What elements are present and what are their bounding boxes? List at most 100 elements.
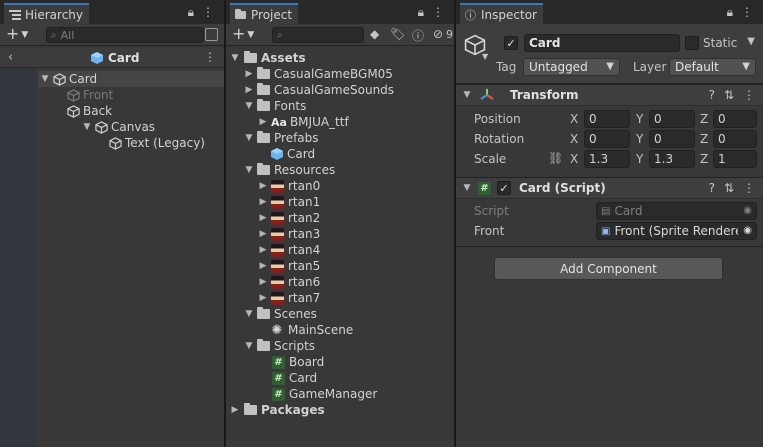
tree-script-card[interactable]: # Card — [272, 370, 317, 386]
tree-scenes[interactable]: ▼ Scenes — [244, 306, 317, 322]
position-z-field[interactable]: 0 — [713, 110, 757, 128]
presets-icon[interactable]: ⇅ — [724, 181, 734, 195]
axis-z-label[interactable]: Z — [700, 112, 708, 126]
tree-prefabs[interactable]: ▼ Prefabs — [244, 130, 319, 146]
position-y-field[interactable]: 0 — [649, 110, 695, 128]
help-icon[interactable]: ? — [709, 181, 715, 195]
hierarchy-item-front[interactable]: Front — [66, 87, 113, 103]
tree-sprite-rtan0[interactable]: ▶ rtan0 — [258, 178, 321, 194]
lock-icon[interactable]: 🔒︎ — [188, 5, 194, 20]
scale-y-field[interactable]: 1.3 — [649, 150, 695, 168]
object-picker-icon[interactable]: ◉ — [743, 225, 752, 236]
collapse-arrow-icon[interactable]: ▶ — [244, 85, 254, 95]
tree-main-scene[interactable]: ✺ MainScene — [270, 322, 354, 338]
collapse-arrow-icon[interactable]: ▶ — [258, 213, 268, 223]
expand-arrow-icon[interactable]: ▼ — [244, 165, 254, 175]
axis-z-label[interactable]: Z — [700, 132, 708, 146]
tree-scripts[interactable]: ▼ Scripts — [244, 338, 315, 354]
panel-divider[interactable] — [224, 0, 226, 447]
expand-arrow-icon[interactable]: ▼ — [230, 53, 240, 63]
tab-hierarchy[interactable]: Hierarchy — [4, 3, 90, 24]
create-button[interactable]: + ▼ — [6, 26, 28, 43]
tree-sprite-rtan2[interactable]: ▶ rtan2 — [258, 210, 321, 226]
layer-dropdown[interactable]: Default ▼ — [669, 58, 756, 76]
axis-x-label[interactable]: X — [570, 152, 578, 166]
more-options-icon[interactable]: ⋮ — [743, 88, 755, 102]
hierarchy-item-back[interactable]: Back — [66, 103, 112, 119]
scale-x-field[interactable]: 1.3 — [584, 150, 630, 168]
tree-script-board[interactable]: # Board — [272, 354, 324, 370]
more-options-icon[interactable]: ⋮ — [741, 5, 753, 20]
scene-search-toggle-icon[interactable] — [205, 28, 218, 41]
back-arrow-icon[interactable]: ‹ — [8, 50, 13, 65]
collapse-arrow-icon[interactable]: ▶ — [258, 229, 268, 239]
collapse-arrow-icon[interactable]: ▶ — [258, 277, 268, 287]
expand-arrow-icon[interactable]: ▼ — [244, 309, 254, 319]
object-name-field[interactable]: Card — [524, 34, 680, 52]
tab-inspector[interactable]: ⓘ Inspector — [460, 3, 543, 24]
tree-sprite-rtan3[interactable]: ▶ rtan3 — [258, 226, 321, 242]
tree-sprite-rtan6[interactable]: ▶ rtan6 — [258, 274, 321, 290]
static-checkbox[interactable] — [685, 36, 699, 50]
hierarchy-search-input[interactable]: ⌕ All — [46, 27, 204, 43]
expand-arrow-icon[interactable]: ▼ — [80, 122, 94, 132]
card-script-header[interactable]: ▼ # ✓ Card (Script) ? ⇅ ⋮ — [456, 177, 763, 199]
tree-prefab-card[interactable]: Card — [270, 146, 315, 162]
tree-assets[interactable]: ▼ Assets — [230, 50, 306, 66]
rotation-y-field[interactable]: 0 — [649, 130, 695, 148]
search-by-type-icon[interactable]: ◆ — [370, 27, 379, 41]
axis-z-label[interactable]: Z — [700, 152, 708, 166]
hierarchy-item-text-legacy[interactable]: Text (Legacy) — [108, 135, 205, 151]
axis-x-label[interactable]: X — [570, 132, 578, 146]
transform-header[interactable]: ▼ Transform ? ⇅ ⋮ — [456, 84, 763, 106]
axis-y-label[interactable]: Y — [636, 132, 643, 146]
more-options-icon[interactable]: ⋮ — [202, 5, 214, 20]
tree-casual-sounds[interactable]: ▶ CasualGameSounds — [244, 82, 394, 98]
expand-arrow-icon[interactable]: ▼ — [462, 90, 472, 100]
project-search-input[interactable]: ⌕ — [272, 27, 364, 43]
collapse-arrow-icon[interactable]: ▶ — [258, 117, 268, 127]
scale-z-field[interactable]: 1 — [713, 150, 757, 168]
tab-project[interactable]: Project — [230, 3, 299, 24]
tree-fonts[interactable]: ▼ Fonts — [244, 98, 306, 114]
axis-y-label[interactable]: Y — [636, 152, 643, 166]
position-x-field[interactable]: 0 — [584, 110, 630, 128]
link-icon[interactable]: ⛓︎ — [548, 151, 563, 165]
tree-font-file[interactable]: ▶ Aa BMJUA_ttf — [258, 114, 349, 130]
axis-x-label[interactable]: X — [570, 112, 578, 126]
rotation-x-field[interactable]: 0 — [584, 130, 630, 148]
active-checkbox[interactable]: ✓ — [504, 36, 518, 50]
more-options-icon[interactable]: ⋮ — [432, 5, 444, 20]
chevron-down-icon[interactable]: ▼ — [482, 52, 488, 61]
tree-script-gamemanager[interactable]: # GameManager — [272, 386, 377, 402]
collapse-arrow-icon[interactable]: ▶ — [258, 293, 268, 303]
search-by-label-icon[interactable]: 🏷︎ — [390, 27, 405, 41]
tag-dropdown[interactable]: Untagged ▼ — [523, 58, 620, 76]
hierarchy-item-canvas[interactable]: ▼ Canvas — [80, 119, 156, 135]
front-object-field[interactable]: ▣ Front (Sprite Renderer) ◉ — [596, 222, 757, 240]
static-dropdown-icon[interactable]: ▼ — [747, 36, 755, 47]
more-options-icon[interactable]: ⋮ — [204, 50, 216, 64]
tree-packages[interactable]: ▶ Packages — [230, 402, 325, 418]
collapse-arrow-icon[interactable]: ▶ — [230, 405, 240, 415]
help-icon[interactable]: ? — [709, 88, 715, 102]
axis-y-label[interactable]: Y — [636, 112, 643, 126]
rotation-z-field[interactable]: 0 — [713, 130, 757, 148]
collapse-arrow-icon[interactable]: ▶ — [258, 245, 268, 255]
collapse-arrow-icon[interactable]: ▶ — [258, 197, 268, 207]
expand-arrow-icon[interactable]: ▼ — [244, 341, 254, 351]
tree-sprite-rtan1[interactable]: ▶ rtan1 — [258, 194, 321, 210]
collapse-arrow-icon[interactable]: ▶ — [258, 181, 268, 191]
tree-sprite-rtan4[interactable]: ▶ rtan4 — [258, 242, 321, 258]
create-button[interactable]: + ▼ — [232, 26, 254, 43]
panel-divider[interactable] — [454, 0, 456, 447]
tree-sprite-rtan5[interactable]: ▶ rtan5 — [258, 258, 321, 274]
lock-icon[interactable]: 🔒︎ — [727, 5, 733, 20]
tree-resources[interactable]: ▼ Resources — [244, 162, 335, 178]
collapse-arrow-icon[interactable]: ▶ — [244, 69, 254, 79]
expand-arrow-icon[interactable]: ▼ — [462, 183, 472, 193]
tree-casual-bgm[interactable]: ▶ CasualGameBGM05 — [244, 66, 393, 82]
info-icon[interactable]: ⓘ — [412, 27, 424, 44]
component-enabled-checkbox[interactable]: ✓ — [497, 181, 511, 195]
visibility-toggle-icon[interactable]: ⊘ — [433, 27, 443, 41]
